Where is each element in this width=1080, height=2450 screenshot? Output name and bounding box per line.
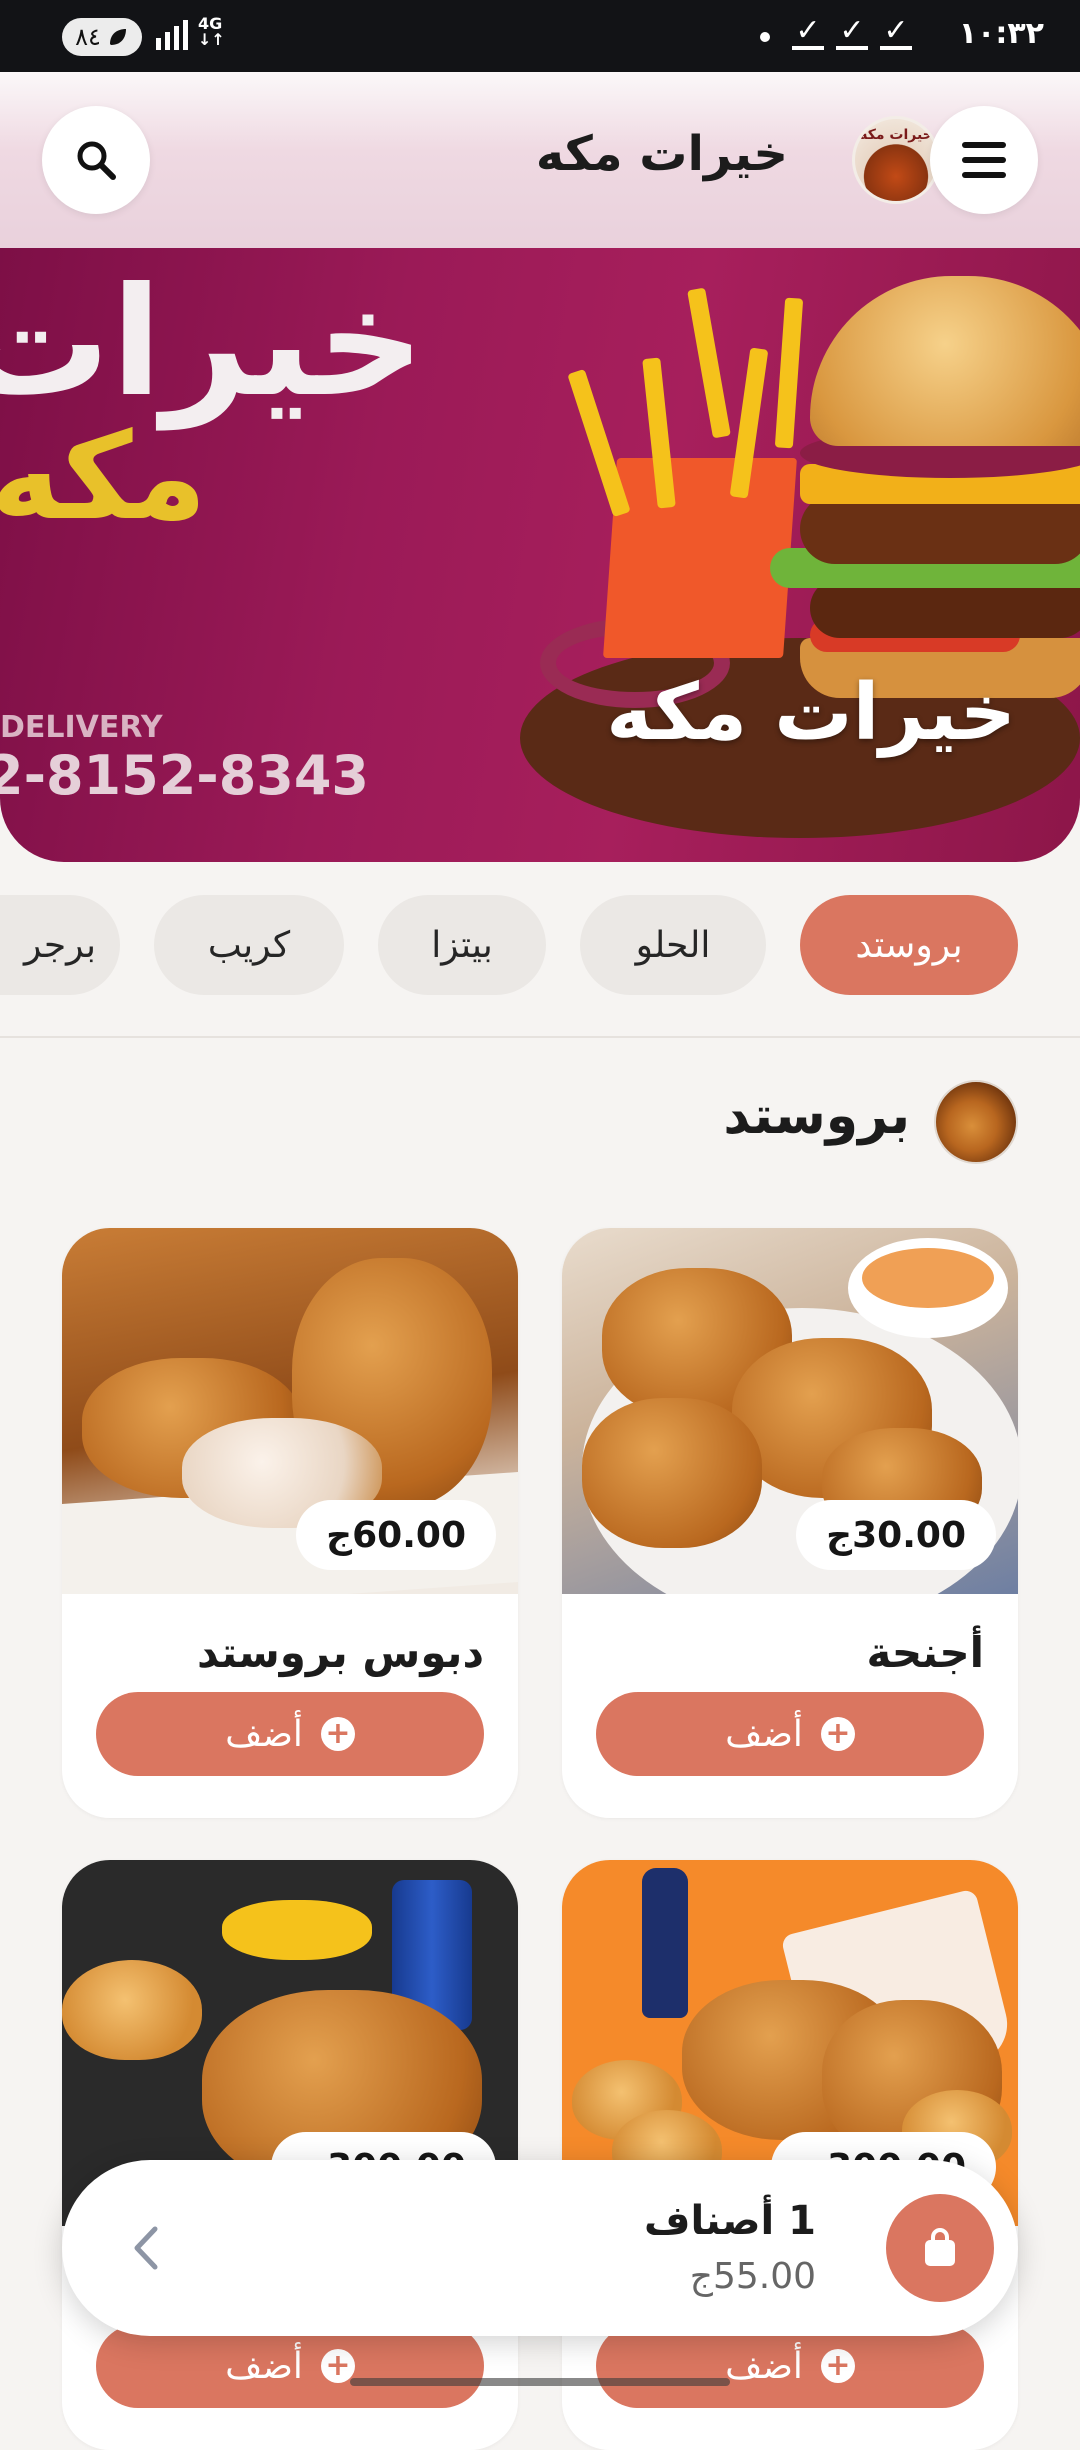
fries-box-shape [603,458,797,658]
plus-icon: + [320,2349,355,2383]
app-header: خيرات مكه خيرات مكه [0,72,1080,248]
add-label: أضف [725,2345,803,2387]
banner-brand-text-2: مكه [0,408,207,547]
fry-shape [774,297,804,449]
plus-icon: + [820,2349,855,2383]
promo-banner: خيرات مكه DELIVERY 2-8152-8343 خيرات مكه [0,248,1080,862]
battery-indicator: ٨٤ [62,18,142,56]
add-to-cart-button[interactable]: + أضف [596,1692,984,1776]
status-bar: ٨٤ 4G ↓↑ ✓ ✓ ✓ ١٠:٣٢ [0,0,1080,72]
check-icon: ✓ [836,13,868,50]
add-label: أضف [225,2345,303,2387]
banner-phone: 2-8152-8343 [0,744,369,807]
divider [0,1036,1080,1038]
chevron-left-icon [134,2226,158,2270]
plus-icon: + [820,1717,855,1751]
product-price: 30.00ج [796,1500,996,1570]
hamburger-menu-icon [962,142,1006,178]
product-name: أجنحة [866,1628,984,1677]
add-label: أضف [725,1713,803,1755]
category-tab-crepe[interactable]: كريب [154,895,344,995]
notification-icons: ✓ ✓ ✓ [792,13,912,50]
product-card[interactable]: 60.00ج دبوس بروستد + أضف [62,1228,518,1818]
category-tab-burger[interactable]: برجر [0,895,120,995]
clock: ١٠:٣٢ [958,16,1044,51]
notification-dot [760,32,770,42]
check-icon: ✓ [880,13,912,50]
section-thumbnail [934,1080,1018,1164]
category-tab-pizza[interactable]: بيتزا [378,895,546,995]
cart-item-count: 1 أصناف [644,2198,816,2244]
restaurant-logo: خيرات مكه [852,116,940,204]
fry-shape [687,287,731,439]
signal-icon [156,20,188,50]
product-name: دبوس بروستد [197,1628,484,1677]
banner-title: خيرات مكه [606,668,1016,758]
leaf-icon [109,29,126,45]
menu-button[interactable] [930,106,1038,214]
shopping-bag-icon [925,2228,955,2266]
product-card[interactable]: 300.00ج + أضف [562,1860,1018,2450]
product-card[interactable]: 300.00ج + أضف [62,1860,518,2450]
battery-level: ٨٤ [75,23,101,51]
banner-delivery-label: DELIVERY [0,710,163,745]
category-tab-sweets[interactable]: الحلو [580,895,766,995]
product-card[interactable]: 30.00ج أجنحة + أضف [562,1228,1018,1818]
cart-summary-bar[interactable]: 1 أصناف 55.00ج [62,2160,1018,2336]
banner-brand-text: خيرات [0,256,425,430]
product-price: 60.00ج [296,1500,496,1570]
network-type: 4G ↓↑ [198,14,225,49]
add-label: أضف [225,1713,303,1755]
add-to-cart-button[interactable]: + أضف [96,2324,484,2408]
search-icon [77,141,116,180]
category-tab-broasted[interactable]: بروستد [800,895,1018,995]
search-button[interactable] [42,106,150,214]
add-to-cart-button[interactable]: + أضف [96,1692,484,1776]
plus-icon: + [320,1717,355,1751]
cart-total: 55.00ج [689,2256,816,2297]
home-indicator[interactable] [350,2378,730,2386]
restaurant-name: خيرات مكه [535,126,788,182]
cart-button[interactable] [886,2194,994,2302]
category-tabs: بروستد الحلو بيتزا كريب برجر [0,895,1080,995]
open-cart-button[interactable] [118,2220,174,2276]
fry-shape [567,368,631,518]
section-title: بروستد [723,1086,910,1146]
add-to-cart-button[interactable]: + أضف [596,2324,984,2408]
check-icon: ✓ [792,13,824,50]
